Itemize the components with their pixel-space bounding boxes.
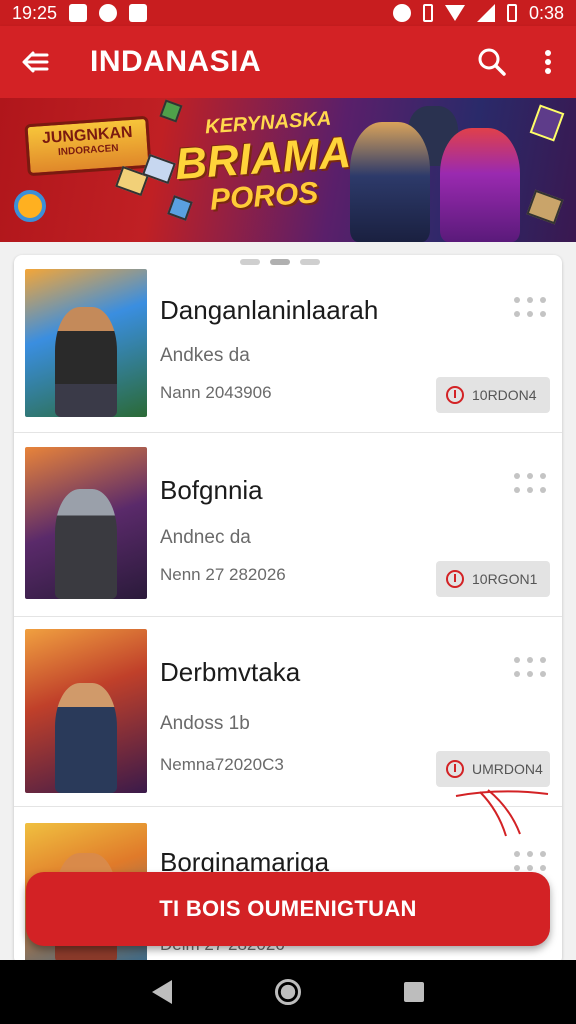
alert-icon (446, 570, 464, 588)
nav-recents-icon[interactable] (404, 982, 425, 1002)
system-nav-bar (0, 960, 576, 1024)
nav-back-icon[interactable] (151, 980, 172, 1004)
item-subtitle: Andkes da (160, 345, 250, 366)
item-date: Nenn 27 282026 (160, 565, 286, 584)
search-icon (478, 48, 506, 76)
gallery-notification-icon (69, 4, 88, 22)
nav-home-icon[interactable] (274, 979, 301, 1005)
item-subtitle: Andoss 1b (160, 713, 250, 734)
status-bar: 19:25 0:38 (0, 0, 576, 26)
primary-action-button[interactable]: TI BOIS OUMENIGTUAN (26, 872, 550, 946)
thumbnail-character (55, 307, 117, 417)
banner-gem-icon (159, 99, 183, 123)
back-arrow-icon (22, 51, 49, 73)
list-item[interactable]: Bofgnnia Andnec da Nenn 27 282026 10RGON… (14, 433, 562, 617)
game-thumbnail (25, 629, 147, 793)
item-more-icon[interactable] (514, 297, 546, 319)
search-button[interactable] (464, 26, 520, 98)
item-title: Bofgnnia (160, 475, 263, 505)
banner-character (440, 128, 520, 242)
item-status-badge[interactable]: 10RDON4 (436, 377, 550, 413)
back-button[interactable] (0, 26, 70, 98)
app-bar: INDANASIA (0, 26, 576, 98)
status-battery-time: 0:38 (528, 2, 564, 23)
banner-gem-icon (167, 195, 193, 221)
badge-label: UMRDON4 (472, 761, 543, 777)
item-date: Nann 2043906 (160, 383, 272, 402)
alert-icon (446, 760, 464, 778)
list-item[interactable]: Danganlaninlaarah Andkes da Nann 2043906… (14, 255, 562, 433)
banner-frame-icon (529, 104, 565, 142)
item-more-icon[interactable] (514, 851, 546, 873)
thumbnail-character (55, 489, 117, 599)
play-notification-icon (99, 4, 118, 22)
vibrate-icon (422, 4, 433, 22)
promo-banner[interactable]: JUNGNKAN INDORACEN KERYNASKA BRIAMA PORO… (0, 98, 576, 242)
signal-icon (476, 4, 495, 22)
banner-tagline: POROS (208, 176, 320, 217)
app-title: INDANASIA (90, 45, 262, 78)
game-thumbnail (25, 269, 147, 417)
alarm-icon (392, 4, 411, 22)
status-time: 19:25 (12, 2, 58, 23)
swipe-gesture-marks (455, 789, 549, 837)
banner-coin-icon (14, 190, 46, 222)
wifi-icon (444, 5, 465, 21)
banner-chest-icon (526, 189, 564, 225)
alert-icon (446, 386, 464, 404)
game-list: Danganlaninlaarah Andkes da Nann 2043906… (14, 255, 562, 965)
banner-logo: JUNGNKAN INDORACEN (24, 115, 152, 177)
badge-label: 10RDON4 (472, 387, 537, 403)
item-more-icon[interactable] (514, 657, 546, 679)
list-item[interactable]: Derbmvtaka Andoss 1b Nemna72020C3 UMRDON… (14, 617, 562, 807)
item-title: Danganlaninlaarah (160, 295, 379, 325)
item-subtitle: Andnec da (160, 527, 251, 548)
item-date: Nemna72020C3 (160, 755, 284, 774)
item-status-badge[interactable]: 10RGON1 (436, 561, 550, 597)
app-notification-icon (129, 4, 148, 22)
thumbnail-character (55, 683, 117, 793)
banner-character (350, 122, 430, 242)
overflow-menu-button[interactable] (520, 26, 576, 98)
item-title: Derbmvtaka (160, 657, 301, 687)
item-more-icon[interactable] (514, 473, 546, 495)
more-vert-icon (545, 50, 551, 74)
battery-icon (506, 4, 517, 22)
badge-label: 10RGON1 (472, 571, 538, 587)
game-thumbnail (25, 447, 147, 599)
